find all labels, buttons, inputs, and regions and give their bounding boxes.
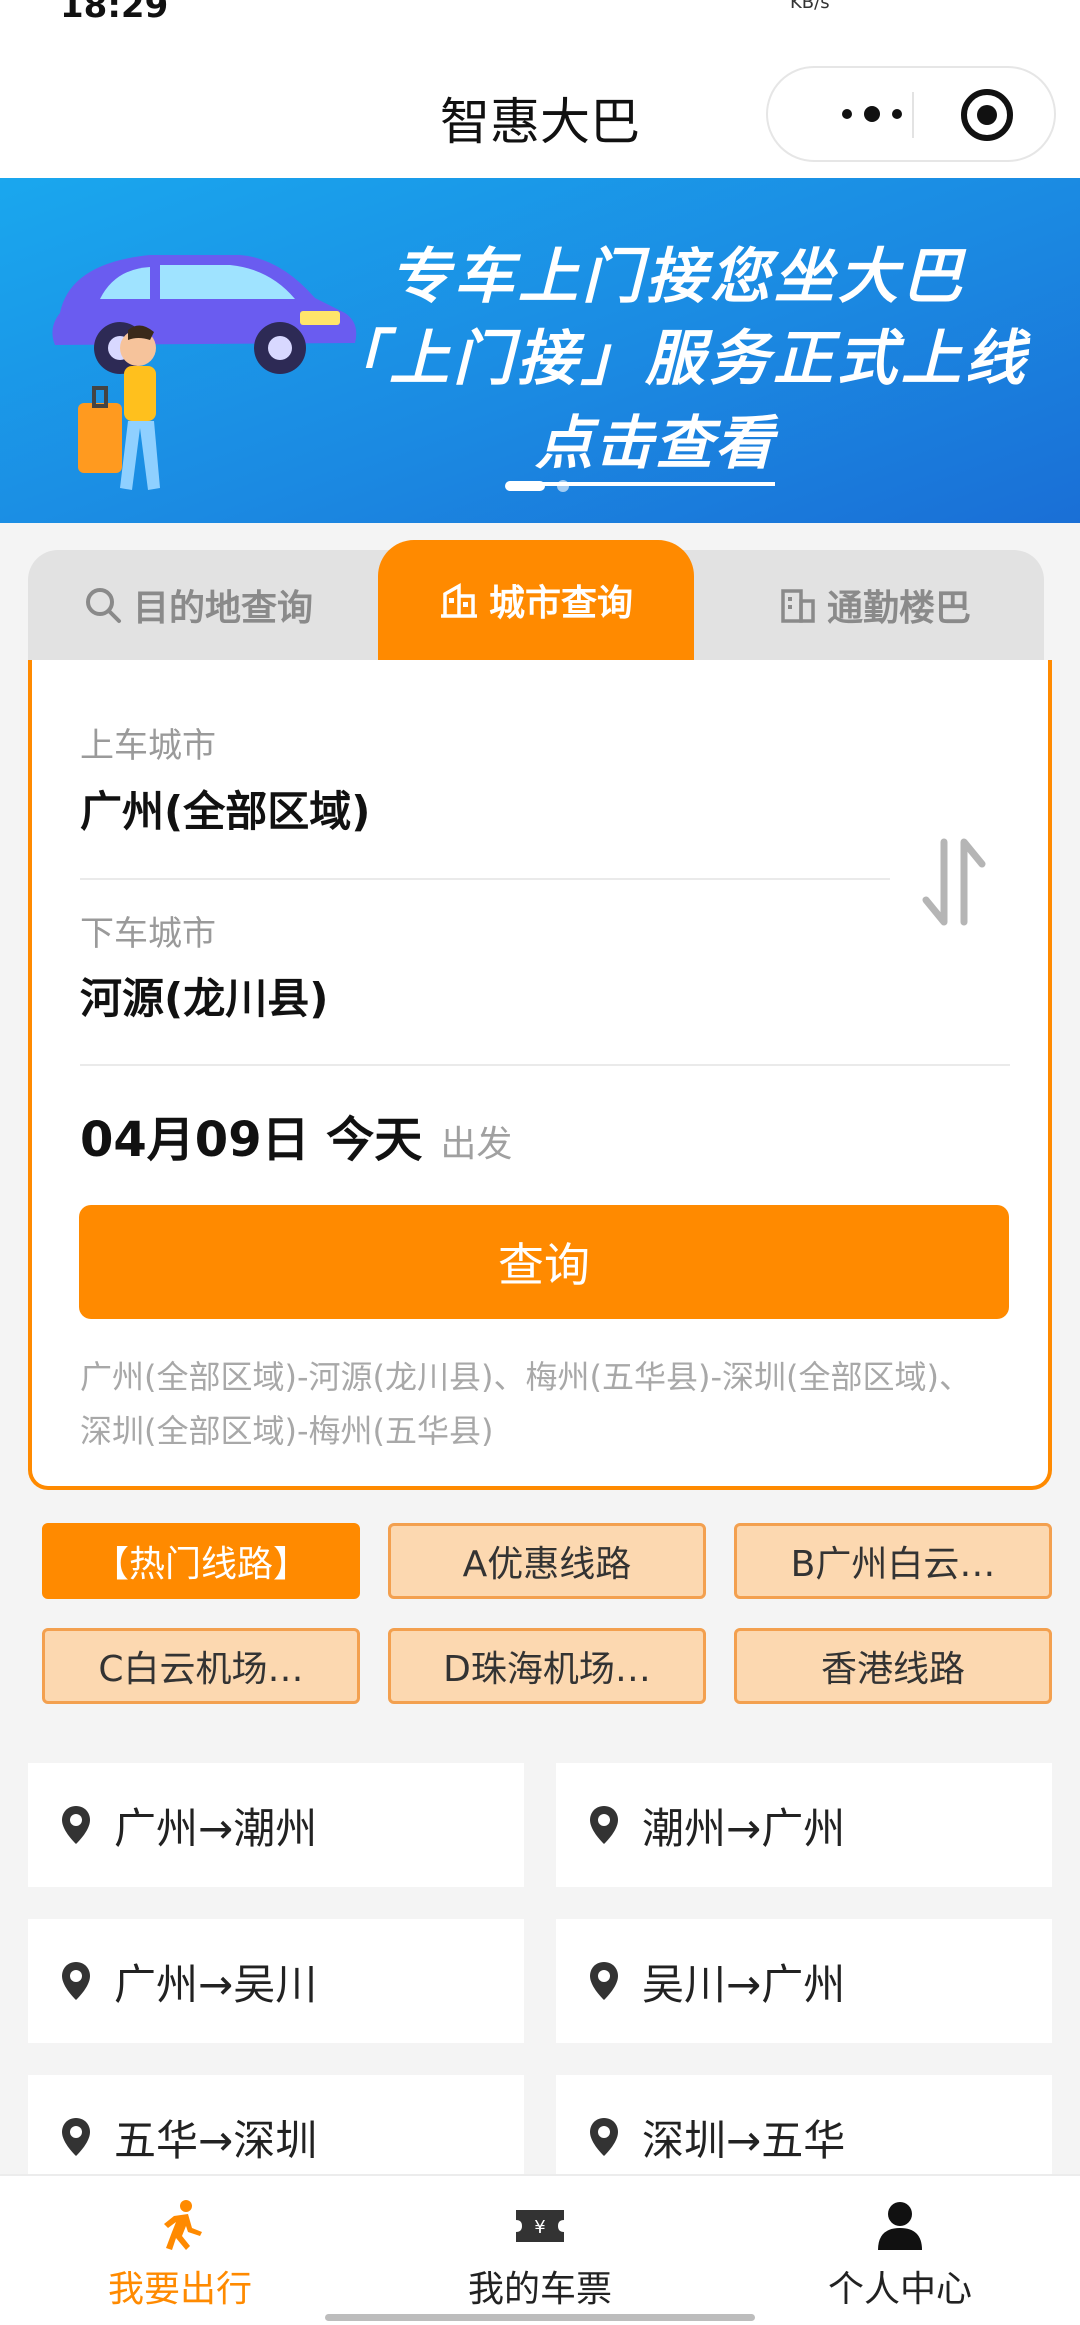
tab-label: 通勤楼巴 xyxy=(826,588,971,629)
banner-pager xyxy=(505,480,569,492)
navigation-bar: 智惠大巴 xyxy=(0,30,1080,178)
chip-zhuhai-airport-routes[interactable]: D珠海机场… xyxy=(388,1628,706,1704)
route-item[interactable]: 广州→潮州 xyxy=(28,1763,524,1887)
to-city-label: 下车城市 xyxy=(80,914,216,954)
tabbar-tickets[interactable]: ¥ 我的车票 xyxy=(360,2176,720,2325)
route-item[interactable]: 吴川→广州 xyxy=(556,1919,1052,2043)
tabbar-profile[interactable]: 个人中心 xyxy=(720,2176,1080,2325)
svg-text:¥: ¥ xyxy=(534,2217,545,2238)
to-city-value[interactable]: 河源(龙川县) xyxy=(80,965,328,1026)
target-close-icon[interactable] xyxy=(960,88,1014,142)
tab-label: 目的地查询 xyxy=(132,588,313,629)
user-icon xyxy=(878,2202,922,2250)
chip-hot-routes[interactable]: 【热门线路】 xyxy=(42,1523,360,1599)
swap-arrows-icon[interactable] xyxy=(914,832,994,932)
chip-discount-routes[interactable]: A优惠线路 xyxy=(388,1523,706,1599)
location-pin-icon xyxy=(62,1806,90,1844)
divider xyxy=(80,1064,1010,1066)
divider xyxy=(80,878,890,880)
status-time: 18:29 xyxy=(60,0,169,26)
route-label: 五华→深圳 xyxy=(114,2115,318,2165)
date-value: 04月09日 今天 xyxy=(80,1112,423,1168)
history-line[interactable]: 深圳(全部区域)-梅州(五华县) xyxy=(80,1404,1020,1458)
bottom-tab-bar: 我要出行 ¥ 我的车票 个人中心 xyxy=(0,2174,1080,2325)
home-indicator xyxy=(325,2314,755,2321)
route-label: 吴川→广州 xyxy=(642,1959,846,2009)
tab-destination-search[interactable]: 目的地查询 xyxy=(28,550,368,660)
city-building-icon xyxy=(440,582,477,618)
route-item[interactable]: 潮州→广州 xyxy=(556,1763,1052,1887)
pager-dot xyxy=(557,480,569,492)
tabbar-label: 个人中心 xyxy=(827,2269,972,2310)
from-city-value[interactable]: 广州(全部区域) xyxy=(80,778,370,839)
tab-commute-bus[interactable]: 通勤楼巴 xyxy=(704,550,1044,660)
status-bar: 18:29 KB/s xyxy=(0,0,1080,30)
route-label: 深圳→五华 xyxy=(642,2115,846,2165)
route-item[interactable]: 广州→吴川 xyxy=(28,1919,524,2043)
city-search-card: 上车城市 广州(全部区域) 下车城市 河源(龙川县) 04月09日 今天 出发 查… xyxy=(28,660,1052,1490)
tabbar-label: 我要出行 xyxy=(107,2269,252,2310)
search-icon xyxy=(85,588,121,623)
tabbar-label: 我的车票 xyxy=(467,2269,612,2310)
route-label: 广州→潮州 xyxy=(114,1803,318,1853)
mini-program-capsule xyxy=(766,66,1056,162)
chip-hongkong-routes[interactable]: 香港线路 xyxy=(734,1628,1052,1704)
chip-airport-routes[interactable]: C白云机场… xyxy=(42,1628,360,1704)
search-button[interactable]: 查询 xyxy=(79,1205,1009,1319)
banner-headline-1: 专车上门接您坐大巴 xyxy=(390,242,966,312)
traveler-figure-illustration xyxy=(78,325,160,490)
banner-cta-link[interactable]: 点击查看 xyxy=(535,396,776,486)
location-pin-icon xyxy=(590,2118,618,2156)
depart-label: 出发 xyxy=(440,1124,513,1165)
ticket-icon: ¥ xyxy=(516,2210,564,2242)
history-line[interactable]: 广州(全部区域)-河源(龙川县)、梅州(五华县)-深圳(全部区域)、 xyxy=(80,1350,1020,1404)
capsule-divider xyxy=(912,92,914,138)
network-speed: KB/s xyxy=(790,0,830,13)
search-history: 广州(全部区域)-河源(龙川县)、梅州(五华县)-深圳(全部区域)、 深圳(全部… xyxy=(80,1350,1020,1470)
more-dots-icon[interactable] xyxy=(802,68,942,160)
tab-label: 城市查询 xyxy=(488,583,633,624)
search-mode-tabs: 目的地查询 城市查询 通勤楼巴 xyxy=(28,540,1044,660)
promo-banner[interactable]: 专车上门接您坐大巴 「上门接」服务正式上线 点击查看 xyxy=(0,178,1080,523)
office-building-icon xyxy=(781,589,815,623)
location-pin-icon xyxy=(590,1806,618,1844)
tab-city-search[interactable]: 城市查询 xyxy=(378,540,694,660)
location-pin-icon xyxy=(62,1962,90,2000)
pager-dot-active xyxy=(505,481,545,491)
chip-baiyun-routes[interactable]: B广州白云… xyxy=(734,1523,1052,1599)
departure-date[interactable]: 04月09日 今天 出发 xyxy=(80,1100,512,1170)
location-pin-icon xyxy=(62,2118,90,2156)
travel-person-icon xyxy=(164,2200,202,2250)
route-label: 潮州→广州 xyxy=(642,1803,846,1853)
tabbar-travel[interactable]: 我要出行 xyxy=(0,2176,360,2325)
banner-headline-2: 「上门接」服务正式上线 xyxy=(325,324,1029,394)
from-city-label: 上车城市 xyxy=(80,726,216,766)
location-pin-icon xyxy=(590,1962,618,2000)
route-label: 广州→吴川 xyxy=(114,1959,318,2009)
